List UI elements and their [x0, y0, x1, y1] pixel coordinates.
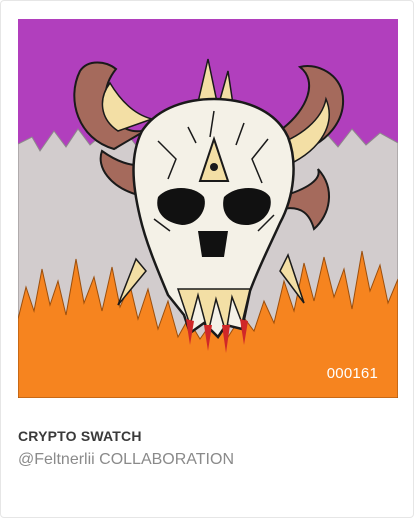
creator-link[interactable]: @Feltnerlii	[18, 451, 95, 468]
artwork-image[interactable]: 000161	[18, 19, 398, 398]
nft-card[interactable]: 000161 CRYPTO SWATCH @Feltnerlii COLLABO…	[0, 0, 414, 518]
collaboration-label: COLLABORATION	[99, 451, 234, 468]
creator-line: @Feltnerlii COLLABORATION	[18, 451, 234, 469]
token-id-label: 000161	[326, 365, 378, 382]
card-title: CRYPTO SWATCH	[18, 428, 142, 444]
horned-skull-illustration	[18, 19, 398, 398]
nose-cavity	[198, 231, 228, 257]
